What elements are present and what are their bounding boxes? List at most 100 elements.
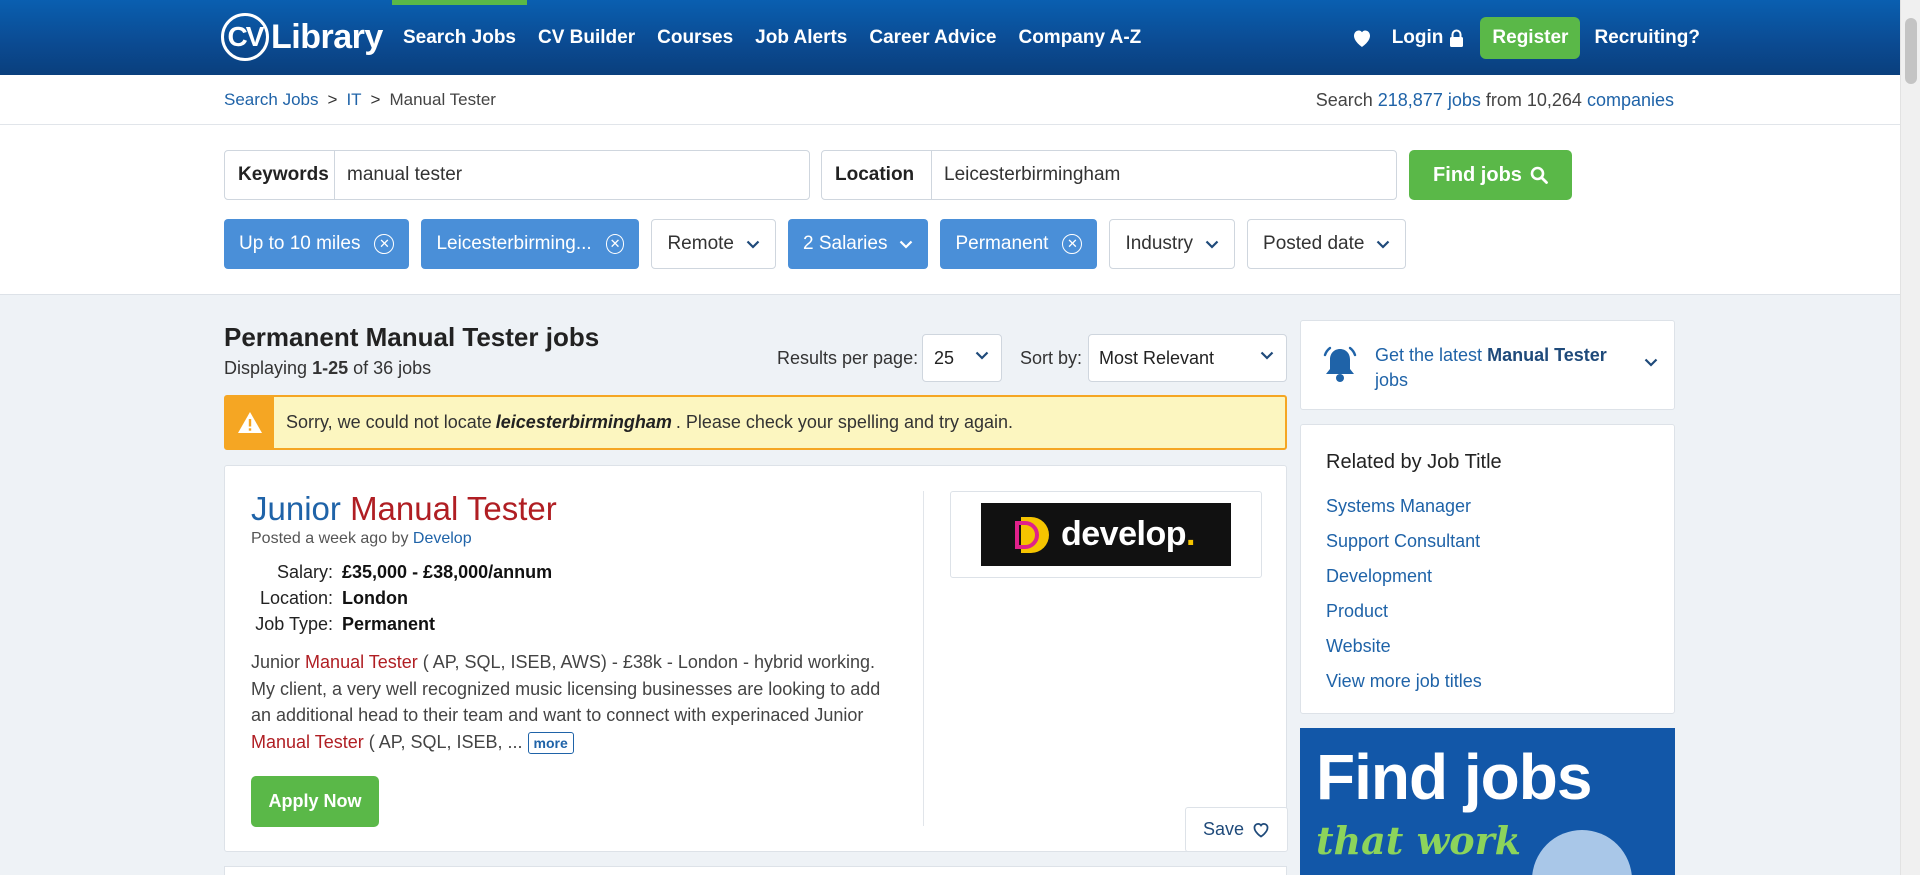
develop-logo-text: develop.: [1061, 515, 1195, 553]
filter-location[interactable]: Leicesterbirming... ✕: [421, 219, 640, 269]
breadcrumb-it[interactable]: IT: [346, 90, 361, 110]
top-navigation: CV Library Search Jobs CV Builder Course…: [0, 0, 1900, 75]
nav-search-jobs[interactable]: Search Jobs: [392, 0, 527, 75]
save-job-button[interactable]: Save: [1185, 807, 1288, 852]
search-icon: [1530, 166, 1548, 184]
results-title: Permanent Manual Tester jobs: [224, 322, 600, 352]
breadcrumb-search-jobs[interactable]: Search Jobs: [224, 90, 319, 110]
related-item-development[interactable]: Development: [1326, 559, 1482, 594]
sort-by-value: Most Relevant: [1099, 347, 1215, 368]
job-location: Location: London: [251, 585, 552, 611]
scrollbar-thumb[interactable]: [1905, 18, 1917, 84]
chevron-down-icon[interactable]: [1644, 358, 1658, 367]
job-company-link[interactable]: Develop: [413, 530, 472, 547]
location-field[interactable]: Location Leicesterbirmingham: [821, 150, 1397, 200]
breadcrumb-bar: Search Jobs > IT > Manual Tester Search …: [0, 75, 1900, 125]
results-per-page-select[interactable]: 25: [922, 334, 1002, 382]
logo-mark: CV: [221, 13, 269, 61]
warning-icon: [226, 397, 274, 448]
cv-library-logo[interactable]: CV Library: [221, 12, 383, 62]
nav-career-advice[interactable]: Career Advice: [858, 0, 1007, 75]
chevron-down-icon: [1205, 240, 1219, 249]
logo-text: Library: [271, 17, 383, 56]
totals-companies-link[interactable]: companies: [1587, 90, 1674, 110]
location-warning: Sorry, we could not locate leicesterbirm…: [224, 395, 1287, 450]
chevron-down-icon: [975, 351, 989, 360]
search-panel: Keywords manual tester Location Leiceste…: [0, 125, 1900, 295]
job-alert-box[interactable]: Get the latest Manual Tester jobs: [1300, 320, 1675, 410]
totals-jobs-link[interactable]: 218,877 jobs: [1378, 90, 1481, 110]
related-title: Related by Job Title: [1326, 451, 1502, 473]
sort-by-select[interactable]: Most Relevant: [1088, 334, 1287, 382]
save-label: Save: [1202, 819, 1245, 839]
related-item-website[interactable]: Website: [1326, 629, 1482, 664]
filter-job-type-label: Permanent: [955, 233, 1049, 254]
remove-filter-icon[interactable]: ✕: [605, 234, 625, 254]
related-item-support-consultant[interactable]: Support Consultant: [1326, 524, 1482, 559]
chevron-down-icon: [1377, 240, 1390, 249]
filter-industry[interactable]: Industry: [1109, 219, 1236, 269]
job-posted-prefix: Posted a week ago by: [251, 530, 409, 547]
related-item-product[interactable]: Product: [1326, 594, 1482, 629]
filter-job-type[interactable]: Permanent ✕: [940, 219, 1098, 269]
job-salary-value: £35,000 - £38,000/annum: [342, 561, 553, 582]
heart-outline-icon: [1253, 822, 1269, 838]
filter-distance[interactable]: Up to 10 miles ✕: [224, 219, 410, 269]
view-more-job-titles[interactable]: View more job titles: [1326, 664, 1482, 699]
page-scrollbar[interactable]: [1900, 0, 1920, 875]
results-per-page-value: 25: [934, 347, 955, 368]
saved-jobs-heart-icon[interactable]: [1350, 26, 1374, 50]
location-label: Location: [822, 151, 932, 199]
results-count: Displaying 1-25 of 36 jobs: [224, 358, 431, 379]
remove-filter-icon[interactable]: ✕: [374, 234, 395, 254]
chevron-down-icon: [1260, 351, 1274, 360]
job-type-value: Permanent: [342, 613, 436, 634]
filter-industry-label: Industry: [1125, 233, 1194, 254]
breadcrumb: Search Jobs > IT > Manual Tester: [224, 90, 496, 110]
related-item-systems-manager[interactable]: Systems Manager: [1326, 489, 1482, 524]
nav-job-alerts[interactable]: Job Alerts: [744, 0, 858, 75]
filter-location-label: Leicesterbirming...: [436, 233, 592, 254]
login-link[interactable]: Login: [1392, 27, 1465, 49]
results-count-suffix: of 36 jobs: [353, 358, 432, 378]
warning-term: leicesterbirmingham: [495, 412, 672, 432]
keywords-label: Keywords: [225, 151, 335, 199]
promo-banner[interactable]: Find jobs that work: [1300, 728, 1675, 875]
filter-posted-date[interactable]: Posted date: [1247, 219, 1407, 269]
develop-logo: develop.: [981, 503, 1231, 566]
job-title-link[interactable]: Junior Manual Tester: [251, 490, 557, 528]
lock-icon: [1450, 29, 1464, 47]
job-desc-highlight: Manual Tester: [305, 652, 418, 672]
totals-mid: from 10,264: [1485, 90, 1582, 110]
find-jobs-button[interactable]: Find jobs: [1409, 150, 1572, 200]
apply-now-button[interactable]: Apply Now: [251, 776, 379, 827]
chevron-down-icon: [900, 240, 913, 249]
main-menu: Search Jobs CV Builder Courses Job Alert…: [392, 0, 1152, 75]
filter-salaries[interactable]: 2 Salaries: [787, 219, 929, 269]
keywords-field[interactable]: Keywords manual tester: [224, 150, 810, 200]
warning-after: . Please check your spelling and try aga…: [675, 412, 1014, 432]
nav-courses[interactable]: Courses: [646, 0, 744, 75]
login-label: Login: [1391, 26, 1444, 48]
register-button[interactable]: Register: [1480, 16, 1581, 59]
promo-headline: Find jobs: [1316, 741, 1592, 813]
nav-company-a-z[interactable]: Company A-Z: [1007, 0, 1152, 75]
site-totals: Search 218,877 jobs from 10,264 companie…: [1316, 90, 1674, 111]
results-count-prefix: Displaying: [224, 358, 308, 378]
more-button[interactable]: more: [527, 731, 574, 754]
job-title-part: Junior: [251, 490, 341, 527]
account-menu: Login Register Recruiting?: [1350, 0, 1700, 75]
breadcrumb-current: Manual Tester: [389, 90, 496, 109]
nav-cv-builder[interactable]: CV Builder: [527, 0, 646, 75]
remove-filter-icon[interactable]: ✕: [1062, 234, 1083, 254]
filter-remote[interactable]: Remote: [651, 219, 776, 269]
job-salary: Salary: £35,000 - £38,000/annum: [251, 559, 552, 585]
totals-prefix: Search: [1315, 90, 1373, 110]
sort-by-label: Sort by:: [1020, 348, 1083, 368]
job-salary-label: Salary:: [276, 561, 333, 582]
location-input[interactable]: Leicesterbirmingham: [932, 151, 1396, 199]
recruiting-link[interactable]: Recruiting?: [1594, 27, 1700, 49]
company-logo-box[interactable]: develop.: [950, 491, 1262, 578]
keywords-input[interactable]: manual tester: [335, 151, 809, 199]
warning-text: Sorry, we could not locate leicesterbirm…: [274, 397, 1013, 448]
